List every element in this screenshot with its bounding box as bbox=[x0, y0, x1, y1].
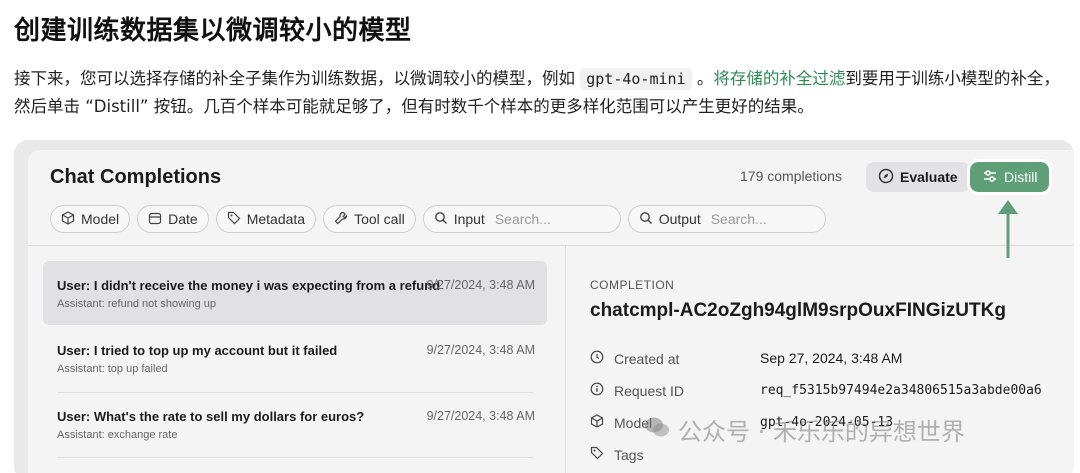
tool-call-filter-label: Tool call bbox=[354, 211, 405, 227]
cube-icon bbox=[61, 210, 75, 228]
compass-icon bbox=[878, 168, 894, 187]
metadata-filter-chip[interactable]: Metadata bbox=[215, 205, 317, 233]
para-text-2: 。 bbox=[691, 69, 714, 88]
input-search-placeholder: Search... bbox=[494, 211, 551, 227]
sliders-icon bbox=[982, 168, 998, 187]
row-timestamp: 9/27/2024, 3:48 AM bbox=[426, 278, 535, 292]
model-filter-chip[interactable]: Model bbox=[50, 205, 131, 233]
evaluate-label: Evaluate bbox=[900, 169, 958, 185]
search-icon bbox=[434, 211, 448, 228]
model-code: gpt-4o-mini bbox=[580, 68, 692, 90]
tag-icon bbox=[590, 446, 604, 463]
completion-row[interactable]: User: What's the rate to sell my dollars… bbox=[43, 392, 547, 456]
header-divider bbox=[28, 245, 1074, 246]
row-assistant-text: Assistant: refund not showing up bbox=[57, 298, 216, 310]
wrench-icon bbox=[334, 211, 348, 228]
completion-row[interactable]: User: I tried to top up my account but i… bbox=[43, 326, 547, 390]
arrow-up-annotation bbox=[998, 200, 1018, 258]
model-key: Model bbox=[590, 414, 652, 431]
info-icon bbox=[590, 382, 604, 399]
watermark-text: 公众号 · 禾乐乐的异想世界 bbox=[678, 418, 965, 446]
filter-bar: Model Date Metadata Tool call Input Sear… bbox=[50, 205, 826, 233]
created-at-key: Created at bbox=[590, 350, 679, 367]
created-at-value: Sep 27, 2024, 3:48 AM bbox=[760, 350, 903, 366]
calendar-icon bbox=[148, 211, 162, 228]
output-search-field[interactable]: Output Search... bbox=[627, 205, 826, 233]
filter-link[interactable]: 将存储的补全过滤 bbox=[713, 69, 845, 88]
detail-label: COMPLETION bbox=[590, 278, 675, 292]
created-at-label: Created at bbox=[614, 350, 680, 367]
completion-detail: COMPLETION chatcmpl-AC2oZgh94glM9srpOuxF… bbox=[590, 278, 1006, 322]
para-text-1: 接下来，您可以选择存储的补全子集作为训练数据，以微调较小的模型，例如 bbox=[14, 69, 581, 88]
completion-row[interactable]: User: I didn't receive the money i was e… bbox=[43, 261, 547, 325]
tool-call-filter-chip[interactable]: Tool call bbox=[323, 205, 416, 233]
row-assistant-text: Assistant: top up failed bbox=[57, 363, 168, 375]
tag-icon bbox=[227, 211, 241, 228]
completions-count: 179 completions bbox=[740, 168, 842, 184]
wechat-icon bbox=[644, 416, 670, 444]
row-timestamp: 9/27/2024, 3:48 AM bbox=[426, 409, 535, 423]
tags-key: Tags bbox=[590, 446, 644, 463]
metadata-filter-label: Metadata bbox=[246, 211, 306, 227]
request-id-value: req_f5315b97494e2a34806515a3abde00a6 bbox=[760, 383, 1042, 398]
date-filter-label: Date bbox=[168, 211, 198, 227]
request-id-key: Request ID bbox=[590, 382, 684, 399]
input-search-field[interactable]: Input Search... bbox=[422, 205, 621, 233]
watermark: 公众号 · 禾乐乐的异想世界 bbox=[644, 412, 965, 447]
doc-paragraph: 接下来，您可以选择存储的补全子集作为训练数据，以微调较小的模型，例如 gpt-4… bbox=[14, 65, 1074, 120]
cube-icon bbox=[590, 414, 604, 431]
input-search-label: Input bbox=[453, 211, 485, 227]
doc-title: 创建训练数据集以微调较小的模型 bbox=[14, 16, 412, 46]
search-icon bbox=[639, 211, 653, 228]
date-filter-chip[interactable]: Date bbox=[137, 205, 209, 233]
distill-label: Distill bbox=[1004, 169, 1038, 185]
tags-label: Tags bbox=[614, 446, 644, 463]
output-search-label: Output bbox=[658, 211, 701, 227]
model-filter-label: Model bbox=[81, 211, 120, 227]
clock-icon bbox=[590, 350, 604, 367]
row-assistant-text: Assistant: exchange rate bbox=[57, 429, 178, 441]
pane-divider bbox=[565, 246, 566, 473]
completion-id: chatcmpl-AC2oZgh94glM9srpOuxFINGizUTKg bbox=[590, 300, 1006, 321]
request-id-label: Request ID bbox=[614, 382, 685, 399]
evaluate-button[interactable]: Evaluate bbox=[866, 162, 970, 192]
row-timestamp: 9/27/2024, 3:48 AM bbox=[426, 343, 535, 357]
row-separator bbox=[57, 457, 533, 458]
output-search-placeholder: Search... bbox=[710, 211, 767, 227]
panel-title: Chat Completions bbox=[50, 166, 222, 188]
distill-button[interactable]: Distill bbox=[966, 159, 1053, 195]
